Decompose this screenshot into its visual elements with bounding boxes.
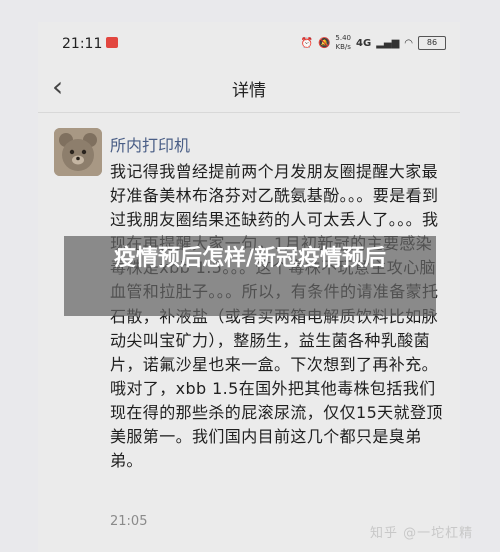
page-title: 详情 <box>232 81 266 101</box>
mute-icon: 🔕 <box>317 37 331 49</box>
speed-readout: 5.40 KB/s <box>335 34 351 52</box>
bear-avatar-icon <box>54 128 102 176</box>
network-label: 4G <box>356 37 372 49</box>
title-overlay: 疫情预后怎样/新冠疫情预后 <box>64 236 436 316</box>
signal-icon: ▂▄▆ <box>376 37 400 49</box>
alarm-icon: ⏰ <box>300 37 313 49</box>
battery-icon: 86 <box>418 36 446 50</box>
speed-unit: KB/s <box>335 43 351 51</box>
status-time: 21:11 <box>62 36 103 52</box>
nav-divider <box>38 112 460 113</box>
nav-bar: ‹ 详情 <box>38 66 460 108</box>
speed-value: 5.40 <box>335 34 352 42</box>
status-icons: ⏰ 🔕 5.40 KB/s 4G ▂▄▆ ◠ 86 <box>301 34 446 52</box>
watermark: 知乎 @一坨杠精 <box>370 526 474 541</box>
status-bar: 21:11 ⏰ 🔕 5.40 KB/s 4G ▂▄▆ ◠ 86 <box>38 22 460 64</box>
notification-badge-icon <box>106 37 118 48</box>
message-text: 我记得我曾经提前两个月发朋友圈提醒大家最好准备美林布洛芬对乙酰氨基酚。。。要是看… <box>110 162 443 471</box>
wifi-icon: ◠ <box>404 37 413 49</box>
message-time: 21:05 <box>110 514 148 529</box>
sender-name[interactable]: 所内打印机 <box>110 132 190 156</box>
avatar[interactable] <box>54 128 102 176</box>
overlay-title: 疫情预后怎样/新冠疫情预后 <box>113 246 387 271</box>
